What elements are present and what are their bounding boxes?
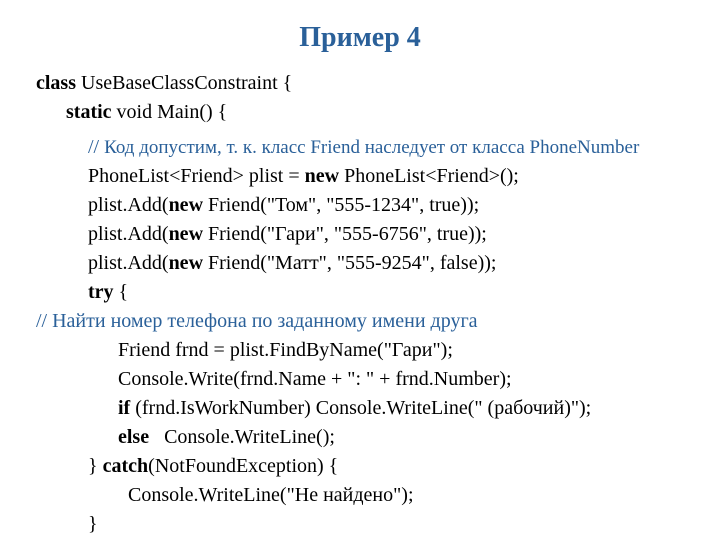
kw-static: static [66,101,112,123]
code-line-3: // Код допустим, т. к. класс Friend насл… [28,133,692,162]
t6c: Friend("Гари", "555-6756", true)); [203,223,487,245]
kw-class: class [36,72,76,94]
t13b: Console.WriteLine(); [149,426,335,448]
kw-try: try [88,281,114,303]
code-line-7: plist.Add(new Friend("Матт", "555-9254",… [28,249,692,278]
code-line-4: PhoneList<Friend> plist = new PhoneList<… [28,162,692,191]
t5c: Friend("Том", "555-1234", true)); [203,194,479,216]
code-line-14: } catch(NotFoundException) { [28,452,692,481]
kw-new-4: new [169,252,203,274]
t7c: Friend("Матт", "555-9254", false)); [203,252,496,274]
kw-new-2: new [169,194,203,216]
code-line-2: static void Main() { [28,98,692,127]
comment-1b: Код допустим, т. к. класс Friend наследу… [104,137,639,158]
code-line-15: Console.WriteLine("Не найдено"); [28,481,692,510]
t2: void Main() { [112,101,228,123]
t12b: (frnd.IsWorkNumber) Console.WriteLine(" … [130,397,591,419]
t6a: plist.Add( [88,223,169,245]
kw-new-1: new [305,165,339,187]
code-line-10: Friend frnd = plist.FindByName("Гари"); [28,336,692,365]
t7a: plist.Add( [88,252,169,274]
kw-if: if [118,397,130,419]
kw-catch: catch [103,455,149,477]
t4c: PhoneList<Friend>(); [339,165,519,187]
t8b: { [114,281,129,303]
code-line-6: plist.Add(new Friend("Гари", "555-6756",… [28,220,692,249]
code-line-12: if (frnd.IsWorkNumber) Console.WriteLine… [28,394,692,423]
kw-new-3: new [169,223,203,245]
t5a: plist.Add( [88,194,169,216]
t14c: (NotFoundException) { [148,455,338,477]
comment-1a: // [88,136,104,158]
code-line-1: class UseBaseClassConstraint { [28,69,692,98]
code-line-16: } [28,510,692,539]
code-line-9: // Найти номер телефона по заданному име… [28,307,692,336]
code-line-11: Console.Write(frnd.Name + ": " + frnd.Nu… [28,365,692,394]
t14a: } [88,455,103,477]
slide-title: Пример 4 [28,18,692,59]
t4a: PhoneList<Friend> plist = [88,165,305,187]
code-line-5: plist.Add(new Friend("Том", "555-1234", … [28,191,692,220]
code-line-8: try { [28,278,692,307]
kw-else: else [118,426,149,448]
code-line-13: else Console.WriteLine(); [28,423,692,452]
t1: UseBaseClassConstraint { [76,72,292,94]
